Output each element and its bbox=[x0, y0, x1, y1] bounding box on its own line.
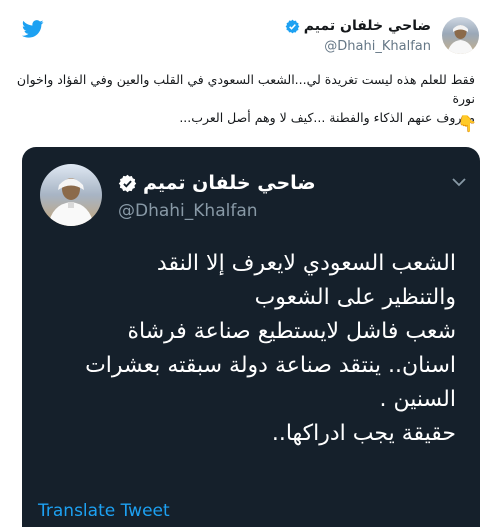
embedded-avatar[interactable] bbox=[40, 164, 102, 226]
display-name[interactable]: ضاحي خلفان تميم bbox=[304, 18, 431, 34]
verified-badge-icon bbox=[285, 19, 300, 33]
avatar[interactable] bbox=[442, 17, 479, 54]
tweet-header: ضاحي خلفان تميم @Dhahi_Khalfan bbox=[0, 0, 489, 66]
author-handle[interactable]: @Dhahi_Khalfan bbox=[324, 39, 431, 54]
author-name-row[interactable]: ضاحي خلفان تميم bbox=[285, 18, 431, 34]
tweet-text: فقط للعلم هذه ليست تغريدة لي...الشعب الس… bbox=[14, 70, 475, 127]
pointing-down-emoji: 👇 bbox=[457, 114, 477, 133]
verified-badge-icon bbox=[118, 174, 137, 192]
embedded-author-handle[interactable]: @Dhahi_Khalfan bbox=[118, 201, 258, 221]
twitter-bird-icon[interactable] bbox=[22, 20, 44, 38]
embedded-tweet-screenshot[interactable]: ضاحي خلفان تميم @Dhahi_Khalfan الشعب الس… bbox=[22, 147, 480, 527]
avatar-person-icon bbox=[48, 178, 94, 226]
chevron-down-icon[interactable] bbox=[452, 177, 466, 187]
translate-tweet-link[interactable]: Translate Tweet bbox=[38, 501, 170, 521]
embedded-display-name[interactable]: ضاحي خلفان تميم bbox=[143, 172, 316, 194]
avatar-person-icon bbox=[447, 25, 474, 54]
embedded-tweet-text: الشعب السعودي لايعرف إلا النقد والتنظير … bbox=[85, 251, 456, 446]
tweet-text-line-2: معروف عنهم الذكاء والفطنة ...كيف لا وهم … bbox=[179, 110, 475, 125]
tweet-text-line-1: فقط للعلم هذه ليست تغريدة لي...الشعب الس… bbox=[16, 72, 475, 106]
embedded-author-name-row[interactable]: ضاحي خلفان تميم bbox=[118, 172, 316, 194]
